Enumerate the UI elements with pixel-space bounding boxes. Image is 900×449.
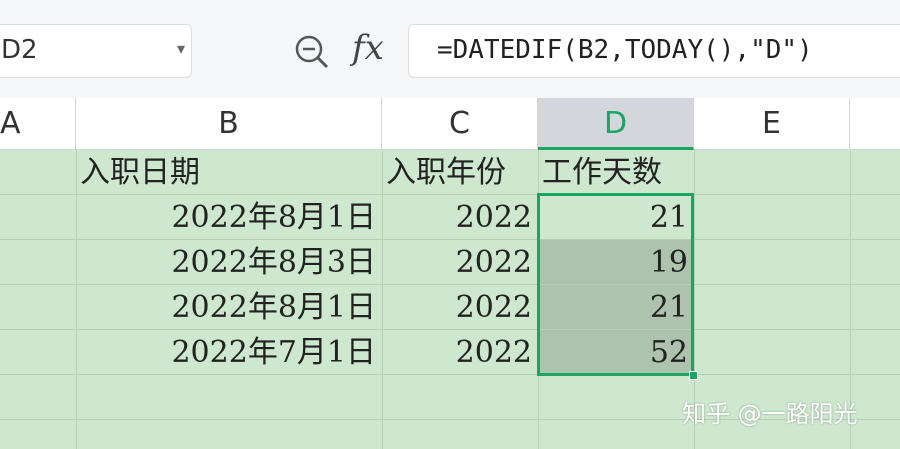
formula-toolbar: D2 ▾ fx =DATEDIF(B2,TODAY(),"D") bbox=[0, 0, 900, 98]
column-d-label: D bbox=[603, 106, 628, 141]
selection-border bbox=[537, 193, 694, 376]
cell-c5[interactable]: 2022 bbox=[382, 330, 538, 375]
cell-b5[interactable]: 2022年7月1日 bbox=[76, 330, 382, 375]
cell-b4[interactable]: 2022年8月1日 bbox=[76, 285, 382, 330]
name-box-value: D2 bbox=[1, 35, 38, 65]
column-header-e[interactable]: E bbox=[694, 98, 850, 150]
name-box[interactable]: D2 ▾ bbox=[0, 24, 192, 78]
watermark: 知乎 @一路阳光 bbox=[682, 400, 858, 428]
cell-c2[interactable]: 2022 bbox=[382, 195, 538, 240]
formula-text: =DATEDIF(B2,TODAY(),"D") bbox=[437, 35, 813, 65]
column-e-label: E bbox=[762, 106, 781, 141]
column-c-label: C bbox=[449, 106, 470, 141]
column-header-f[interactable] bbox=[850, 98, 900, 150]
column-a-label: A bbox=[0, 106, 21, 141]
cell-c3[interactable]: 2022 bbox=[382, 240, 538, 285]
column-b-label: B bbox=[218, 106, 239, 141]
column-header-a[interactable]: A bbox=[0, 98, 76, 150]
cell-b1[interactable]: 入职日期 bbox=[76, 150, 382, 195]
column-header-b[interactable]: B bbox=[76, 98, 382, 150]
formula-input[interactable]: =DATEDIF(B2,TODAY(),"D") bbox=[408, 24, 900, 78]
column-header-d[interactable]: D bbox=[538, 98, 694, 150]
cell-c1[interactable]: 入职年份 bbox=[382, 150, 538, 195]
cell-d1[interactable]: 工作天数 bbox=[538, 150, 694, 195]
cell-b3[interactable]: 2022年8月3日 bbox=[76, 240, 382, 285]
insert-function-button[interactable]: fx bbox=[352, 28, 384, 68]
cell-b2[interactable]: 2022年8月1日 bbox=[76, 195, 382, 240]
fill-handle[interactable] bbox=[689, 371, 698, 380]
chevron-down-icon[interactable]: ▾ bbox=[177, 39, 185, 58]
zoom-out-icon[interactable] bbox=[292, 32, 332, 72]
cell-c4[interactable]: 2022 bbox=[382, 285, 538, 330]
column-header-c[interactable]: C bbox=[382, 98, 538, 150]
